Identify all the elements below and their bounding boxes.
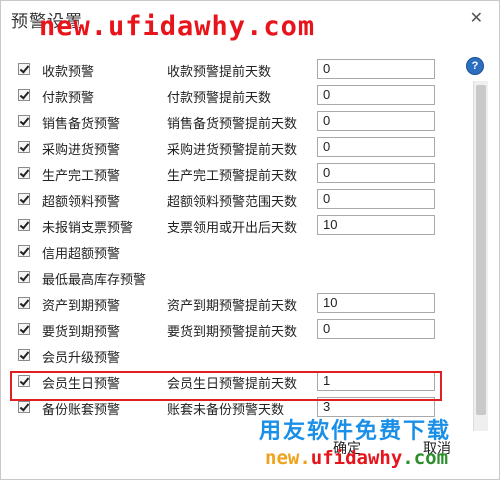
alert-checkbox[interactable] <box>18 401 30 413</box>
alert-checkbox[interactable] <box>18 297 30 309</box>
scrollbar-thumb[interactable] <box>476 85 486 415</box>
alert-label: 未报销支票预警 <box>42 220 134 235</box>
alert-row: 信用超额预警 <box>1 239 461 263</box>
days-input[interactable]: 10 <box>317 293 435 313</box>
alert-checkbox[interactable] <box>18 89 30 101</box>
watermark-url-part3: .com <box>402 447 449 469</box>
alert-label: 会员升级预警 <box>42 350 121 365</box>
days-label: 要货到期预警提前天数 <box>167 324 298 339</box>
alert-checkbox[interactable] <box>18 219 30 231</box>
close-icon[interactable]: ✕ <box>470 8 483 28</box>
alert-label: 资产到期预警 <box>42 298 121 313</box>
days-input[interactable]: 0 <box>317 319 435 339</box>
alert-checkbox[interactable] <box>18 167 30 179</box>
days-input[interactable]: 0 <box>317 163 435 183</box>
days-label: 生产完工预警提前天数 <box>167 168 298 183</box>
alert-label: 超额领料预警 <box>42 194 121 209</box>
watermark-brand: 用友软件免费下载 <box>259 418 452 443</box>
alert-row: 未报销支票预警 支票领用或开出后天数 10 <box>1 213 461 237</box>
days-label: 资产到期预警提前天数 <box>167 298 298 313</box>
alert-row: 会员升级预警 <box>1 343 461 367</box>
alert-label: 付款预警 <box>42 90 95 105</box>
alert-label: 要货到期预警 <box>42 324 121 339</box>
alert-checkbox[interactable] <box>18 245 30 257</box>
alert-row: 付款预警 付款预警提前天数 0 <box>1 83 461 107</box>
alert-checkbox[interactable] <box>18 63 30 75</box>
watermark-url-part1: new. <box>265 447 311 469</box>
alert-label: 采购进货预警 <box>42 142 121 157</box>
days-label: 收款预警提前天数 <box>167 64 272 79</box>
days-input[interactable]: 1 <box>317 371 435 391</box>
alert-row: 会员生日预警 会员生日预警提前天数 1 <box>1 369 461 393</box>
days-input[interactable]: 0 <box>317 189 435 209</box>
alert-checkbox[interactable] <box>18 115 30 127</box>
alert-checkbox[interactable] <box>18 323 30 335</box>
alert-row: 资产到期预警 资产到期预警提前天数 10 <box>1 291 461 315</box>
days-input[interactable]: 0 <box>317 85 435 105</box>
alert-checkbox[interactable] <box>18 375 30 387</box>
alert-checkbox[interactable] <box>18 349 30 361</box>
days-label: 付款预警提前天数 <box>167 90 272 105</box>
days-label: 会员生日预警提前天数 <box>167 376 298 391</box>
days-input[interactable]: 0 <box>317 111 435 131</box>
help-icon[interactable]: ? <box>466 57 484 75</box>
alert-row: 超额领料预警 超额领料预警范围天数 0 <box>1 187 461 211</box>
days-label: 支票领用或开出后天数 <box>167 220 298 235</box>
days-label: 采购进货预警提前天数 <box>167 142 298 157</box>
alert-label: 收款预警 <box>42 64 95 79</box>
alert-row: 最低最高库存预警 <box>1 265 461 289</box>
alert-checkbox[interactable] <box>18 141 30 153</box>
scrollbar[interactable] <box>473 81 488 431</box>
watermark-url-bottom: new.ufidawhy.com <box>265 447 448 469</box>
alert-label: 销售备货预警 <box>42 116 121 131</box>
alert-checkbox[interactable] <box>18 193 30 205</box>
alert-checkbox[interactable] <box>18 271 30 283</box>
alert-label: 会员生日预警 <box>42 376 121 391</box>
alert-row: 销售备货预警 销售备货预警提前天数 0 <box>1 109 461 133</box>
days-input[interactable]: 10 <box>317 215 435 235</box>
alert-label: 备份账套预警 <box>42 402 121 417</box>
alert-row: 采购进货预警 采购进货预警提前天数 0 <box>1 135 461 159</box>
watermark-url-part2: ufidawhy <box>310 447 403 469</box>
days-input[interactable]: 0 <box>317 137 435 157</box>
watermark-url-top: new.ufidawhy.com <box>39 11 316 42</box>
alert-row: 收款预警 收款预警提前天数 0 <box>1 57 461 81</box>
days-label: 销售备货预警提前天数 <box>167 116 298 131</box>
alert-label: 生产完工预警 <box>42 168 121 183</box>
days-label: 超额领料预警范围天数 <box>167 194 298 209</box>
alert-label: 最低最高库存预警 <box>42 272 147 287</box>
alert-row: 生产完工预警 生产完工预警提前天数 0 <box>1 161 461 185</box>
alert-label: 信用超额预警 <box>42 246 121 261</box>
alert-settings-dialog: 预警设置 ✕ ? 收款预警 收款预警提前天数 0 付款预警 付款预警提前天数 0 销售备货预… <box>0 0 500 480</box>
days-input[interactable]: 0 <box>317 59 435 79</box>
alert-row: 要货到期预警 要货到期预警提前天数 0 <box>1 317 461 341</box>
